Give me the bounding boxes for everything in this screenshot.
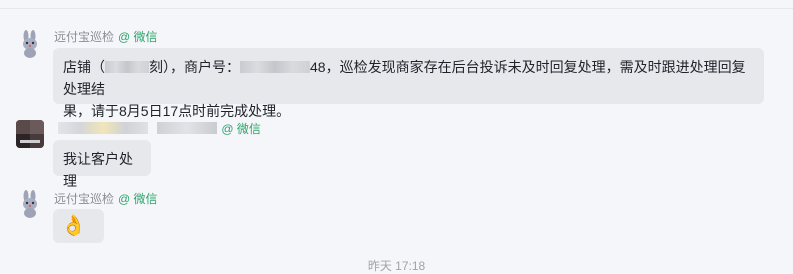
rabbit-avatar-icon xyxy=(16,190,44,218)
redacted-shop-name xyxy=(105,61,149,73)
user-avatar-icon xyxy=(16,120,44,148)
sender-name: @ 微信 xyxy=(58,120,261,137)
top-divider xyxy=(0,8,793,9)
message-bubble[interactable]: 👌 xyxy=(53,209,104,243)
ok-hand-emoji-icon: 👌 xyxy=(61,215,86,237)
wechat-tag: @ 微信 xyxy=(221,122,261,136)
message-bubble[interactable]: 店铺（ 刻），商户号： 48，巡检发现商家存在后台投诉未及时回复处理，需及时跟进处理… xyxy=(53,48,764,119)
redacted-merchant-id xyxy=(240,61,310,73)
redacted-sender-name-2 xyxy=(157,122,218,134)
wechat-tag: @ 微信 xyxy=(118,30,158,44)
sender-name: 远付宝巡检 @ 微信 xyxy=(54,192,158,206)
rabbit-avatar-icon xyxy=(16,30,44,58)
timestamp: 昨天 17:18 xyxy=(367,259,426,273)
avatar[interactable] xyxy=(16,120,44,148)
avatar[interactable] xyxy=(16,190,44,218)
redacted-sender-name xyxy=(58,122,148,134)
wechat-tag: @ 微信 xyxy=(118,192,158,206)
sender-name: 远付宝巡检 @ 微信 xyxy=(54,30,158,44)
message-bubble[interactable]: 我让客户处理 xyxy=(53,140,151,189)
avatar[interactable] xyxy=(16,30,44,58)
